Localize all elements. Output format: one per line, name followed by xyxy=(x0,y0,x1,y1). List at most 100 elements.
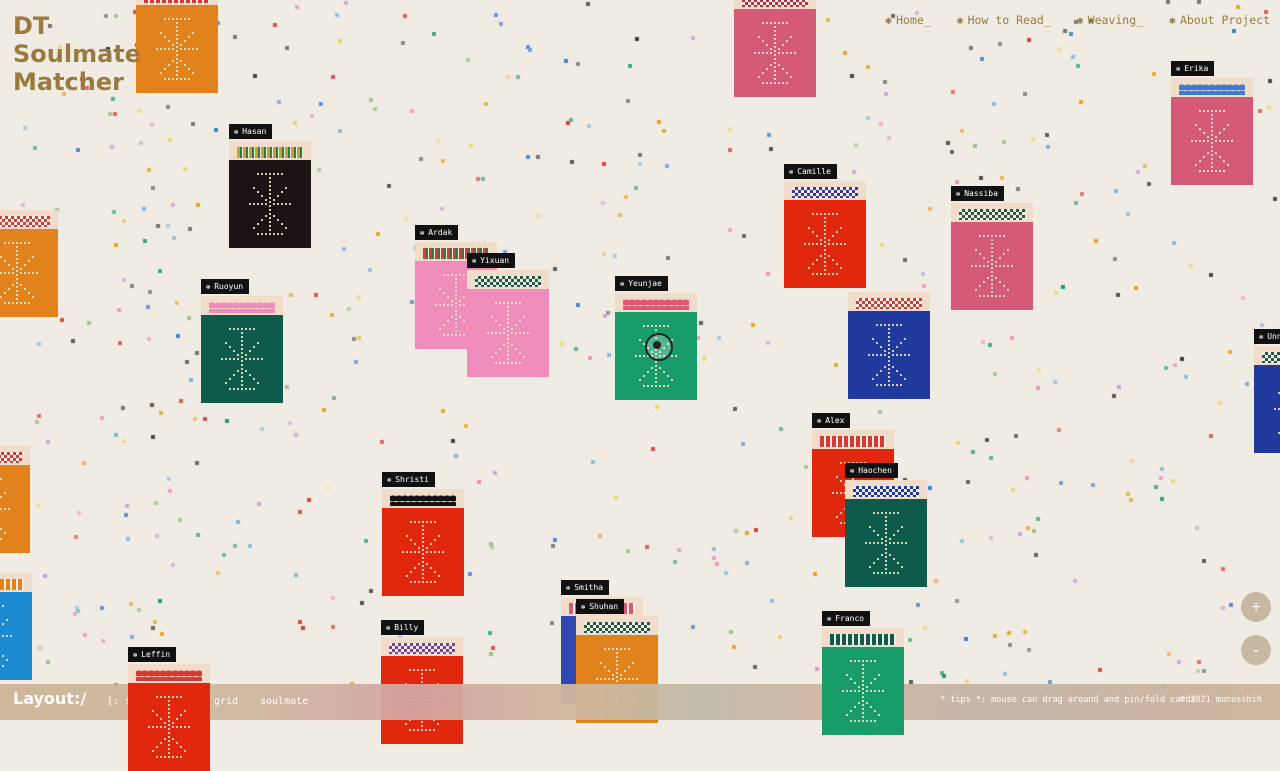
card-body xyxy=(0,465,30,553)
card-name-tag[interactable]: Shuhan xyxy=(576,599,625,614)
card-name-tag[interactable]: Ruoyun xyxy=(201,279,250,294)
weave-pattern xyxy=(623,299,689,310)
card-name-tag[interactable]: Camille xyxy=(784,164,837,179)
weave-motif-icon xyxy=(402,521,444,583)
weave-motif-icon xyxy=(1191,110,1233,172)
card-pattern-band xyxy=(1254,346,1280,365)
card-name-tag[interactable]: Yeunjae xyxy=(615,276,668,291)
nav-label: Home_ xyxy=(896,13,931,27)
card-name-tag[interactable]: Shristi xyxy=(382,472,435,487)
weave-motif-icon xyxy=(148,696,190,758)
weave-card[interactable]: Nassiba xyxy=(951,186,1033,310)
zoom-out-button[interactable]: - xyxy=(1241,635,1271,665)
card-pattern-band xyxy=(382,489,464,508)
weave-pattern xyxy=(853,486,919,497)
card-pattern-band xyxy=(201,296,283,315)
weave-card[interactable]: Erika xyxy=(1171,61,1253,185)
layout-option-grid[interactable]: grid xyxy=(214,696,238,707)
weave-card[interactable] xyxy=(0,573,32,680)
asterisk-icon: ✱ xyxy=(885,13,893,27)
weave-card[interactable]: Ruoyun xyxy=(201,279,283,403)
weave-card[interactable] xyxy=(734,0,816,97)
tips-text: * tips *: mouse can drag around and pin/… xyxy=(940,695,1196,705)
weave-motif-icon xyxy=(842,660,884,722)
weave-motif-icon xyxy=(804,213,846,275)
card-pattern-band xyxy=(0,446,30,465)
weave-card[interactable]: Haochen xyxy=(845,463,927,587)
weave-pattern xyxy=(856,298,922,309)
weave-motif-icon xyxy=(221,328,263,390)
card-body xyxy=(822,647,904,735)
card-name-tag[interactable]: Unna xyxy=(1254,329,1280,344)
weave-card[interactable]: Shristi xyxy=(382,472,464,596)
card-pattern-band xyxy=(128,664,210,683)
card-body xyxy=(1254,365,1280,453)
weave-card[interactable] xyxy=(848,292,930,399)
weave-card[interactable]: Hasan xyxy=(229,124,311,248)
card-name-tag[interactable]: Ardak xyxy=(415,225,459,240)
nav-label: How to Read_ xyxy=(967,13,1051,27)
card-body xyxy=(229,160,311,248)
card-pattern-band xyxy=(822,628,904,647)
asterisk-icon: ✱ xyxy=(956,13,964,27)
nav-about-project-link[interactable]: ✱ About Project xyxy=(1169,13,1270,27)
weave-pattern xyxy=(0,579,24,590)
card-pattern-band xyxy=(229,141,311,160)
weave-motif-icon xyxy=(971,235,1013,297)
weave-pattern xyxy=(830,634,896,645)
card-name-tag[interactable]: Yixuan xyxy=(467,253,516,268)
weave-card[interactable]: Yixuan xyxy=(467,253,549,377)
weave-card[interactable] xyxy=(136,0,218,93)
card-pattern-band xyxy=(0,210,58,229)
card-name-tag[interactable]: Hasan xyxy=(229,124,273,139)
card-name-tag[interactable]: Leffin xyxy=(128,647,177,662)
nav-home-link[interactable]: ✱ Home_ xyxy=(885,13,931,27)
card-body xyxy=(845,499,927,587)
weave-pattern xyxy=(209,302,275,313)
nav-label: Weaving_ xyxy=(1087,13,1144,27)
weave-motif-icon xyxy=(865,512,907,574)
card-body xyxy=(848,311,930,399)
app-title-line: Soulmate xyxy=(13,40,142,68)
card-body xyxy=(382,508,464,596)
weave-card[interactable]: Unna xyxy=(1254,329,1280,453)
weave-motif-icon xyxy=(868,324,910,386)
card-body xyxy=(201,315,283,403)
weave-pattern xyxy=(136,670,202,681)
weave-motif-icon xyxy=(156,18,198,80)
card-name-tag[interactable]: Franco xyxy=(822,611,871,626)
card-pattern-band xyxy=(734,0,816,9)
weave-card[interactable] xyxy=(0,446,30,553)
card-name-tag[interactable]: Nassiba xyxy=(951,186,1004,201)
weave-card[interactable]: Leffin xyxy=(128,647,210,771)
card-body xyxy=(467,289,549,377)
weave-pattern xyxy=(742,0,808,7)
weave-card[interactable]: Franco xyxy=(822,611,904,735)
weave-card[interactable] xyxy=(0,210,58,317)
card-pattern-band xyxy=(848,292,930,311)
card-pattern-band xyxy=(615,293,697,312)
card-name-tag[interactable]: Smitha xyxy=(561,580,610,595)
app-title-line: DT xyxy=(13,12,50,40)
nav-weaving-link[interactable]: ✱ Weaving_ xyxy=(1077,13,1143,27)
card-name-tag[interactable]: Alex xyxy=(812,413,851,428)
card-name-tag[interactable]: Billy xyxy=(381,620,425,635)
card-name-tag[interactable]: Erika xyxy=(1171,61,1215,76)
card-pattern-band xyxy=(467,270,549,289)
zoom-in-button[interactable]: + xyxy=(1241,592,1271,622)
card-pattern-band xyxy=(951,203,1033,222)
weave-motif-icon xyxy=(0,478,10,540)
card-pattern-band xyxy=(1171,78,1253,97)
copyright-text: © 2021 munusshih xyxy=(1180,695,1262,705)
card-name-tag[interactable]: Haochen xyxy=(845,463,898,478)
top-nav: ✱ Home_ ✱ How to Read_ ✱ Weaving_ ✱ About Pr… xyxy=(885,13,1270,27)
weave-pattern xyxy=(0,216,50,227)
card-body xyxy=(0,592,32,680)
weave-card[interactable]: Camille xyxy=(784,164,866,288)
app-title: DT Soulmate Matcher xyxy=(13,12,141,96)
weave-motif-icon xyxy=(754,22,796,84)
nav-how-to-read-link[interactable]: ✱ How to Read_ xyxy=(957,13,1051,27)
layout-option-soulmate[interactable]: soulmate xyxy=(260,696,308,707)
weave-pattern xyxy=(237,147,303,158)
card-body xyxy=(734,9,816,97)
